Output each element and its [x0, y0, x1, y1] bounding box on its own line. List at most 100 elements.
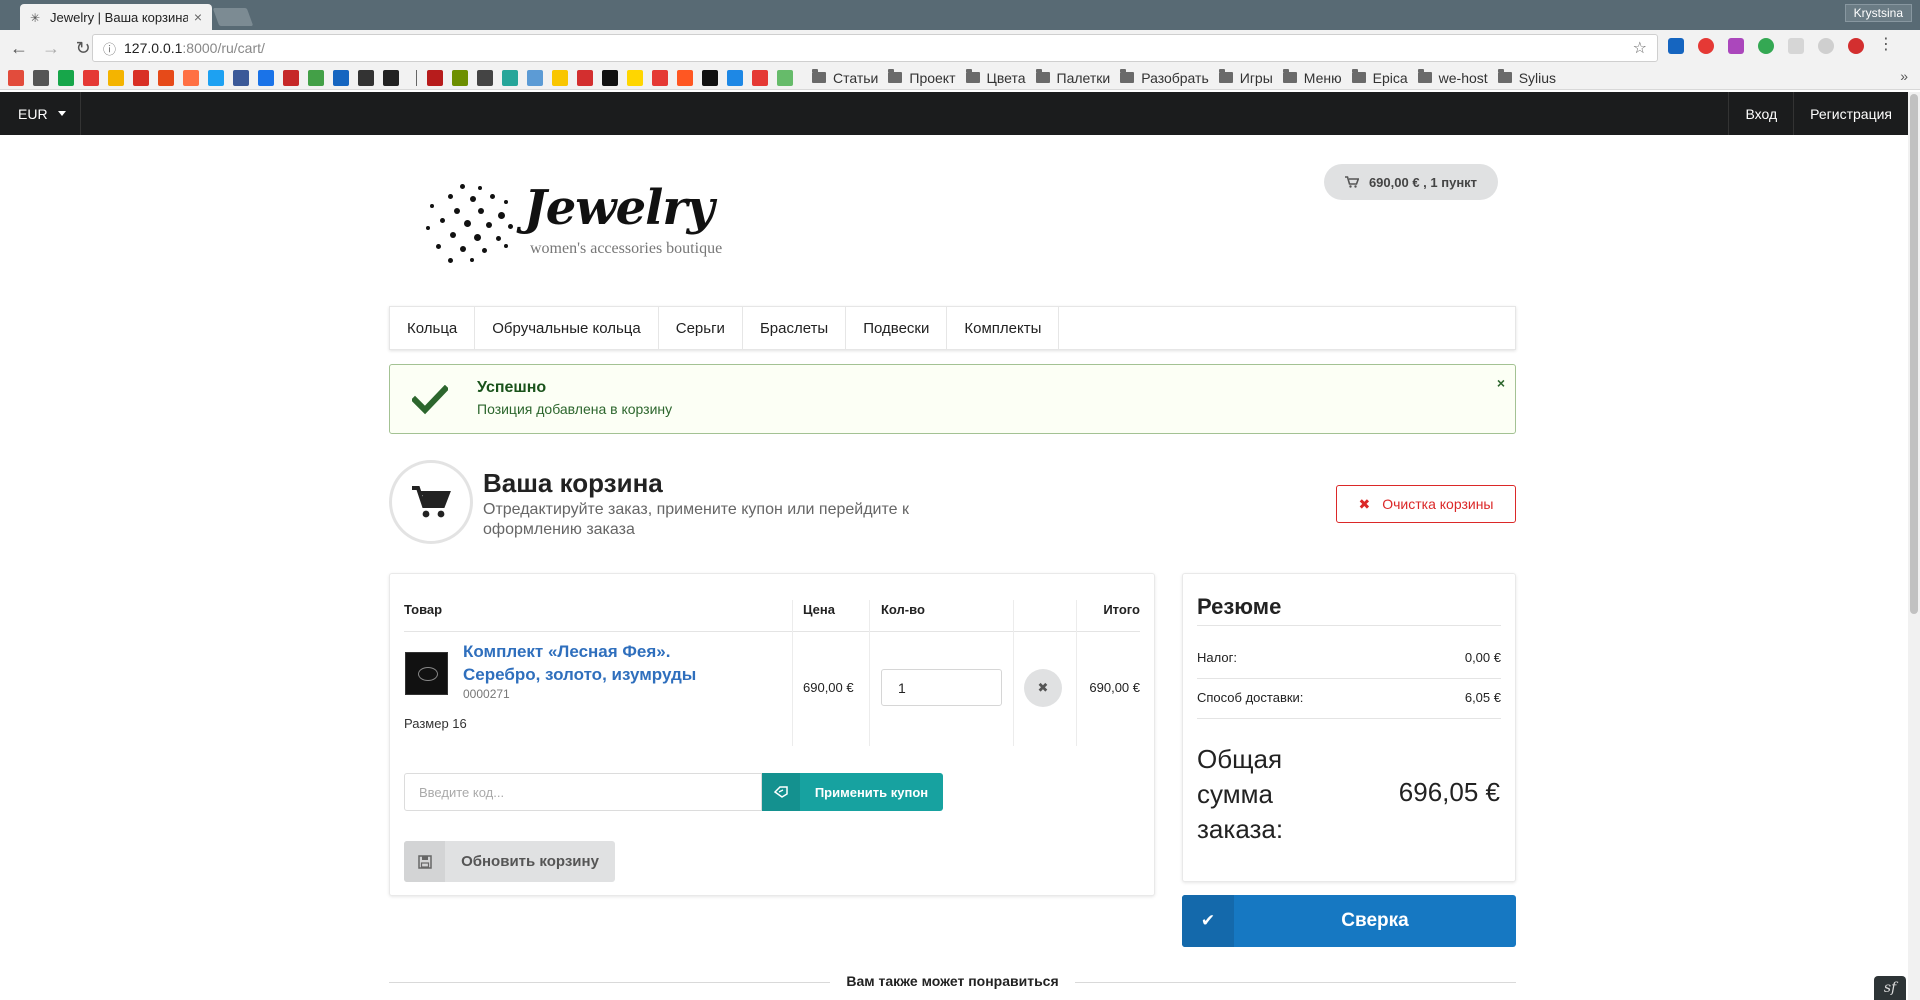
bookmark-favicon-icon[interactable] [33, 69, 49, 86]
profile-button[interactable]: Krystsina [1844, 4, 1912, 22]
update-cart-button[interactable]: Обновить корзину [404, 841, 615, 882]
caret-down-icon [57, 111, 66, 116]
bookmark-favicon-icon[interactable] [427, 69, 443, 86]
back-arrow-icon[interactable]: ← [6, 35, 32, 61]
menu-item[interactable]: Подвески [846, 307, 948, 349]
bookmark-folder[interactable]: Sylius [1497, 69, 1556, 86]
bookmark-favicon-icon[interactable] [477, 69, 493, 86]
opera-icon[interactable] [1848, 38, 1864, 54]
update-cart-label: Обновить корзину [461, 853, 599, 870]
bookmark-favicon-icon[interactable] [652, 69, 668, 86]
extension-icon[interactable] [1728, 38, 1744, 54]
forward-arrow-icon[interactable]: → [38, 35, 64, 61]
extension-icon[interactable] [1698, 38, 1714, 54]
menu-item[interactable]: Браслеты [743, 307, 847, 349]
bookmark-folder[interactable]: Игры [1218, 69, 1273, 86]
login-link[interactable]: Вход [1728, 92, 1793, 135]
folder-icon [1218, 69, 1233, 83]
clear-cart-label: Очистка корзины [1382, 496, 1494, 512]
folder-icon [812, 69, 826, 83]
bookmark-favicon-icon[interactable] [602, 69, 618, 86]
new-tab-button[interactable] [212, 8, 254, 26]
bookmark-favicon-icon[interactable] [452, 69, 468, 86]
site-logo[interactable]: Jewelry women's accessories boutique [420, 176, 750, 266]
bookmark-folder[interactable]: Разобрать [1120, 69, 1209, 86]
menu-item[interactable]: Кольца [390, 307, 476, 349]
bookmark-favicon-icon[interactable] [208, 69, 224, 86]
coupon-code-input[interactable] [404, 773, 762, 811]
menu-item[interactable]: Обручальные кольца [475, 307, 659, 349]
bookmark-favicon-icon[interactable] [577, 69, 593, 86]
mini-cart-button[interactable]: 690,00 € , 1 пункт [1324, 164, 1498, 200]
product-thumbnail[interactable] [405, 652, 448, 695]
tax-value: 0,00 € [1464, 650, 1501, 665]
quantity-input[interactable] [881, 669, 1002, 706]
bookmark-favicon-icon[interactable] [358, 69, 374, 86]
bookmark-favicon-icon[interactable] [158, 69, 174, 86]
grammarly-icon[interactable] [1758, 38, 1774, 54]
bookmark-favicon-icon[interactable] [727, 69, 743, 86]
bookmark-favicon-icon[interactable] [702, 69, 718, 86]
currency-switcher[interactable]: EUR [18, 92, 66, 135]
bookmark-star-icon[interactable]: ☆ [1633, 38, 1647, 58]
bookmark-folder[interactable]: Проект [888, 69, 956, 86]
checkout-button[interactable]: ✔ Сверка [1182, 895, 1516, 947]
logo-dot [486, 222, 492, 228]
close-icon[interactable]: × [1497, 375, 1505, 391]
tab-close-icon[interactable]: × [194, 9, 202, 25]
bookmark-favicon-icon[interactable] [752, 69, 768, 86]
menu-item[interactable]: Комплекты [947, 307, 1060, 349]
bookmark-favicon-icon[interactable] [552, 69, 568, 86]
divider [1197, 678, 1501, 679]
bookmark-folder[interactable]: we-host [1417, 69, 1488, 86]
symfony-toolbar-icon[interactable]: sf [1874, 976, 1906, 1000]
bookmark-favicon-icon[interactable] [777, 69, 793, 86]
bookmark-favicon-icon[interactable] [233, 69, 249, 86]
logo-dot [460, 184, 465, 189]
order-summary: Резюме Налог: 0,00 € Способ доставки: 6,… [1182, 573, 1516, 882]
bookmark-favicon-icon[interactable] [333, 69, 349, 86]
apply-coupon-button[interactable]: Применить купон [762, 773, 943, 811]
extension-icon[interactable] [1818, 38, 1834, 54]
info-icon[interactable]: ⓘ [103, 39, 116, 58]
currency-label: EUR [18, 105, 48, 122]
bookmark-favicon-icon[interactable] [308, 69, 324, 86]
browser-menu-icon[interactable]: ⋮ [1878, 37, 1894, 54]
bookmark-favicon-icon[interactable] [258, 69, 274, 86]
extension-icon[interactable] [1788, 38, 1804, 54]
bookmark-favicon-icon[interactable] [677, 69, 693, 86]
bookmark-favicon-icon[interactable] [283, 69, 299, 86]
bookmark-favicon-icon[interactable] [527, 69, 543, 86]
bookmarks-overflow-icon[interactable]: » [1900, 68, 1908, 84]
product-name-link[interactable]: Комплект «Лесная Фея». Серебро, золото, … [463, 640, 743, 686]
extension-icon[interactable] [1668, 38, 1684, 54]
scrollbar-thumb[interactable] [1910, 94, 1918, 614]
logo-dot [470, 196, 476, 202]
bookmark-favicon-icon[interactable] [108, 69, 124, 86]
bookmark-favicon-icon[interactable] [83, 69, 99, 86]
bookmark-favicon-icon[interactable] [58, 69, 74, 86]
bookmark-favicon-icon[interactable] [8, 69, 24, 86]
remove-item-button[interactable]: ✖ [1024, 669, 1062, 707]
bookmark-folder[interactable]: Палетки [1035, 69, 1110, 86]
bookmark-favicon-icon[interactable] [133, 69, 149, 86]
shipping-row: Способ доставки: 6,05 € [1197, 690, 1501, 705]
register-link[interactable]: Регистрация [1793, 92, 1908, 135]
order-total-value: 696,05 € [1398, 777, 1500, 807]
url-path: :8000/ru/cart/ [182, 40, 265, 56]
bookmark-favicon-icon[interactable] [383, 69, 399, 86]
bookmark-favicon-icon[interactable] [502, 69, 518, 86]
close-icon: ✖ [1358, 495, 1371, 512]
address-bar[interactable]: ⓘ 127.0.0.1 :8000/ru/cart/ ☆ [92, 34, 1658, 62]
bookmark-folder[interactable]: Epica [1351, 69, 1408, 86]
bookmark-folder[interactable]: Статьи [812, 69, 878, 86]
bookmark-favicon-icon[interactable] [183, 69, 199, 86]
bookmark-folder[interactable]: Меню [1282, 69, 1342, 86]
bookmark-favicon-icon[interactable] [627, 69, 643, 86]
clear-cart-button[interactable]: ✖ Очистка корзины [1336, 485, 1516, 523]
item-price: 690,00 € [803, 680, 854, 695]
browser-tab[interactable]: ✳ Jewelry | Ваша корзина × [20, 4, 212, 30]
page-scrollbar[interactable] [1908, 92, 1920, 1000]
bookmark-folder[interactable]: Цвета [965, 69, 1026, 86]
menu-item[interactable]: Серьги [659, 307, 743, 349]
